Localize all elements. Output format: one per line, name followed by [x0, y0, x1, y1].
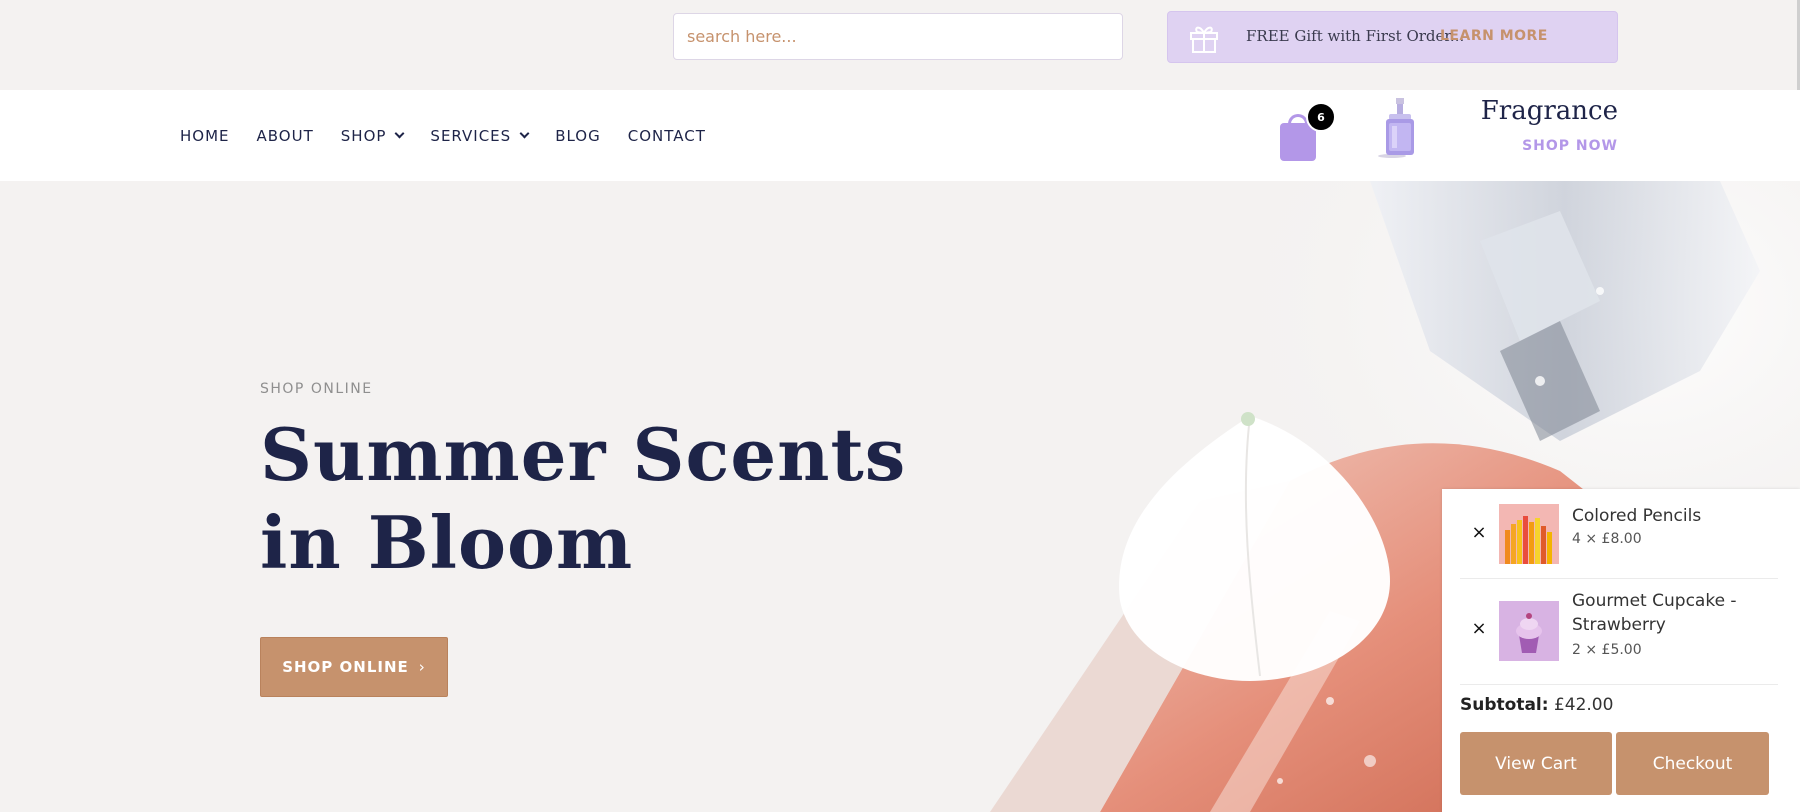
- nav-label: CONTACT: [627, 126, 706, 145]
- shop-now-link[interactable]: SHOP NOW: [1460, 138, 1618, 154]
- subtotal-value: £42.00: [1553, 695, 1614, 715]
- nav-label: SERVICES: [430, 126, 512, 145]
- nav-label: BLOG: [555, 126, 601, 145]
- nav-item-blog[interactable]: BLOG: [555, 127, 601, 145]
- cart-item-name[interactable]: Gourmet Cupcake - Strawberry: [1572, 589, 1772, 637]
- top-bar: FREE Gift with First Order... LEARN MORE: [0, 0, 1800, 90]
- nav-item-home[interactable]: HOME: [180, 127, 230, 145]
- colored-pencils-thumbnail: [1499, 504, 1559, 564]
- cart-subtotal: Subtotal: £42.00: [1460, 695, 1613, 715]
- cart-button[interactable]: 6: [1278, 102, 1338, 161]
- nav-item-shop[interactable]: SHOP: [340, 126, 405, 145]
- cupcake-thumbnail: [1499, 601, 1559, 661]
- view-cart-button[interactable]: View Cart: [1460, 732, 1612, 795]
- chevron-right-icon: ›: [418, 658, 426, 676]
- cart-item: × Colored Pencils 4 × £8.00: [1460, 489, 1778, 579]
- promo-text: FREE Gift with First Order...: [1246, 27, 1465, 45]
- shop-online-button[interactable]: SHOP ONLINE ›: [260, 637, 448, 697]
- remove-item-icon[interactable]: ×: [1469, 522, 1489, 543]
- mini-cart: × Colored Pencils 4 × £8.00 × Gourmet Cu…: [1442, 489, 1800, 812]
- nav-item-contact[interactable]: CONTACT: [628, 127, 706, 145]
- gift-icon: [1190, 26, 1218, 53]
- remove-item-icon[interactable]: ×: [1469, 618, 1489, 639]
- nav-label: HOME: [180, 126, 230, 145]
- main-nav: HOME ABOUT SHOP SERVICES BLOG CONTACT: [180, 90, 733, 181]
- cart-count-badge: 6: [1306, 102, 1336, 132]
- featured-title: Fragrance: [1480, 96, 1618, 126]
- perfume-bottle-image: [1378, 98, 1414, 158]
- nav-label: SHOP: [340, 126, 387, 145]
- cart-item-qty: 2 × £5.00: [1572, 642, 1642, 658]
- search-input[interactable]: [673, 13, 1123, 60]
- cart-item: × Gourmet Cupcake - Strawberry 2 × £5.00: [1460, 579, 1778, 685]
- chevron-down-icon: [519, 128, 530, 139]
- promo-banner: FREE Gift with First Order... LEARN MORE: [1167, 11, 1618, 63]
- shopping-bag-body: [1280, 123, 1316, 161]
- hero-eyebrow: SHOP ONLINE: [260, 381, 373, 397]
- checkout-button[interactable]: Checkout: [1616, 732, 1769, 795]
- cart-item-qty: 4 × £8.00: [1572, 531, 1642, 547]
- subtotal-label: Subtotal:: [1460, 695, 1549, 715]
- nav-label: ABOUT: [256, 126, 314, 145]
- nav-item-about[interactable]: ABOUT: [257, 127, 314, 145]
- nav-item-services[interactable]: SERVICES: [430, 126, 530, 145]
- learn-more-link[interactable]: LEARN MORE: [1440, 28, 1548, 44]
- chevron-down-icon: [394, 128, 405, 139]
- header: HOME ABOUT SHOP SERVICES BLOG CONTACT 6 …: [0, 90, 1800, 181]
- hero-title: Summer Scents in Bloom: [260, 412, 907, 585]
- shop-online-label: SHOP ONLINE: [282, 658, 409, 676]
- cart-item-name[interactable]: Colored Pencils: [1572, 504, 1772, 528]
